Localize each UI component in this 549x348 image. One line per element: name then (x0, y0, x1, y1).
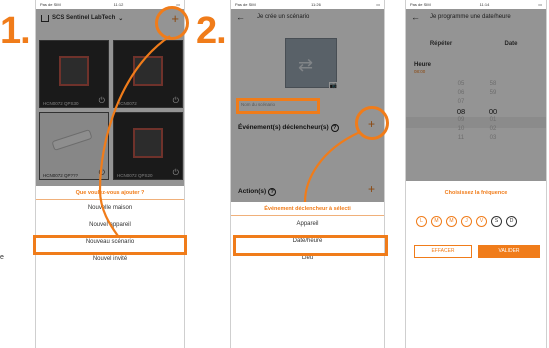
highlight-new-scenario (33, 235, 187, 255)
status-time: 11:14 (479, 2, 490, 7)
battery-icon: ▭ (376, 2, 380, 7)
day-toggle[interactable]: V (476, 216, 487, 227)
validate-button[interactable]: VALIDER (478, 245, 540, 258)
day-toggle[interactable]: D (506, 216, 517, 227)
battery-icon: ▭ (538, 2, 542, 7)
day-toggle[interactable]: M (446, 216, 457, 227)
trigger-sheet: Événement déclencheur à sélecti Appareil… (231, 202, 384, 348)
dim-overlay (406, 9, 546, 181)
day-selector: L M M J V S D (416, 216, 517, 227)
carrier-text: Pas de SIM (410, 2, 431, 7)
status-bar: Pas de SIM 11:12 ▭ (36, 0, 184, 9)
phone-screen-create-scenario: Pas de SIM 11:26 ▭ ← Je crée un scénario… (230, 0, 385, 348)
highlight-trigger-plus-circle (355, 106, 389, 140)
sheet-title: Événement déclencheur à sélecti (231, 202, 384, 216)
status-bar: Pas de SIM 11:14 ▭ (406, 0, 546, 9)
clear-button[interactable]: EFFACER (414, 245, 472, 258)
day-toggle[interactable]: L (416, 216, 427, 227)
status-time: 11:12 (113, 2, 124, 7)
day-toggle[interactable]: J (461, 216, 472, 227)
day-toggle[interactable]: S (491, 216, 502, 227)
menu-item-new-device[interactable]: Nouvel appareil (36, 217, 184, 234)
menu-item-new-house[interactable]: Nouvelle maison (36, 200, 184, 217)
day-toggle[interactable]: M (431, 216, 442, 227)
frequency-title: Choisissez la fréquence (444, 190, 508, 196)
phone-screen-home: Pas de SIM 11:12 ▭ SCS Sentinel LabTech … (35, 0, 185, 348)
menu-item-device[interactable]: Appareil (231, 216, 384, 233)
highlight-name-field (236, 98, 320, 114)
sheet-title: Que voulez-vous ajouter ? (36, 186, 184, 200)
cropped-side-text: e (0, 254, 4, 261)
carrier-text: Pas de SIM (40, 2, 61, 7)
highlight-datetime (233, 235, 388, 256)
phone-screen-schedule: Pas de SIM 11:14 ▭ ← Je programme une da… (405, 0, 547, 348)
carrier-text: Pas de SIM (235, 2, 256, 7)
status-time: 11:26 (311, 2, 321, 7)
status-bar: Pas de SIM 11:26 ▭ (231, 0, 384, 9)
step-number-1: 1. (0, 10, 31, 52)
highlight-plus-circle (155, 6, 189, 40)
step-number-2: 2. (196, 10, 227, 52)
add-sheet: Que voulez-vous ajouter ? Nouvelle maiso… (36, 186, 184, 348)
